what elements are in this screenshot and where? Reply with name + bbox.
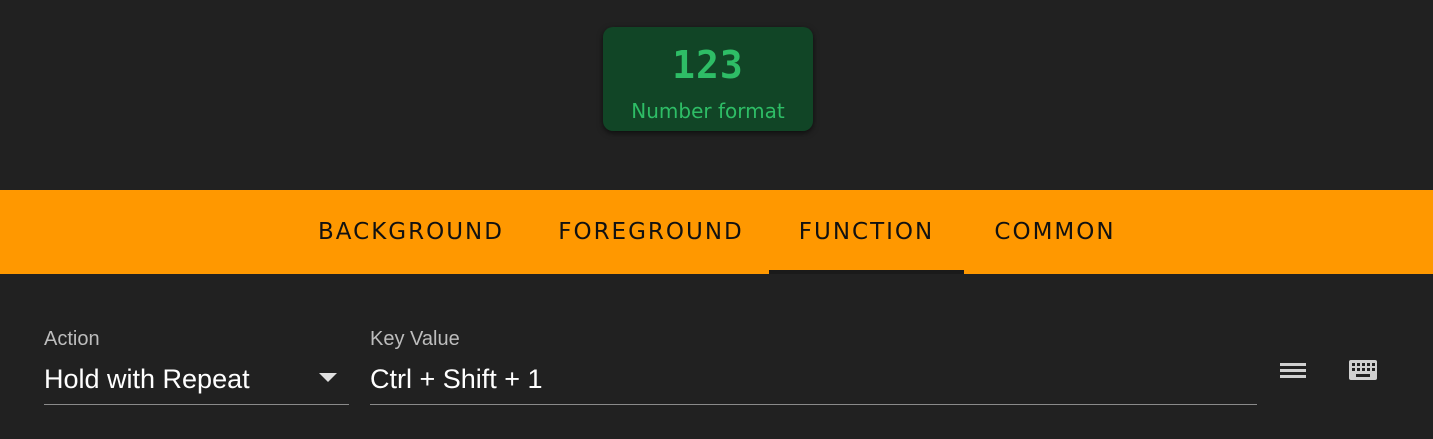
tab-bar: BACKGROUND FOREGROUND FUNCTION COMMON [0,190,1433,274]
action-label: Action [44,328,100,350]
preview-area: 123 Number format [0,0,1433,190]
action-value[interactable]: Hold with Repeat [44,358,349,400]
dropdown-arrow-icon[interactable] [319,373,337,382]
tab-function[interactable]: FUNCTION [769,190,964,274]
tab-background[interactable]: BACKGROUND [296,190,526,274]
key-value-input[interactable]: Ctrl + Shift + 1 [370,358,1257,400]
key-value-underline [370,404,1257,405]
key-value-label: Key Value [370,328,460,350]
keyboard-icon[interactable] [1343,350,1383,390]
key-preview-tile[interactable]: 123 Number format [603,27,813,131]
action-select[interactable]: Action Hold with Repeat [44,320,349,405]
tab-common[interactable]: COMMON [974,190,1136,274]
key-value-field[interactable]: Key Value Ctrl + Shift + 1 [370,320,1257,405]
action-underline [44,404,349,405]
key-primary-label: 123 [672,43,744,87]
tab-foreground[interactable]: FOREGROUND [536,190,766,274]
menu-icon[interactable] [1273,350,1313,390]
key-secondary-label: Number format [631,99,785,123]
